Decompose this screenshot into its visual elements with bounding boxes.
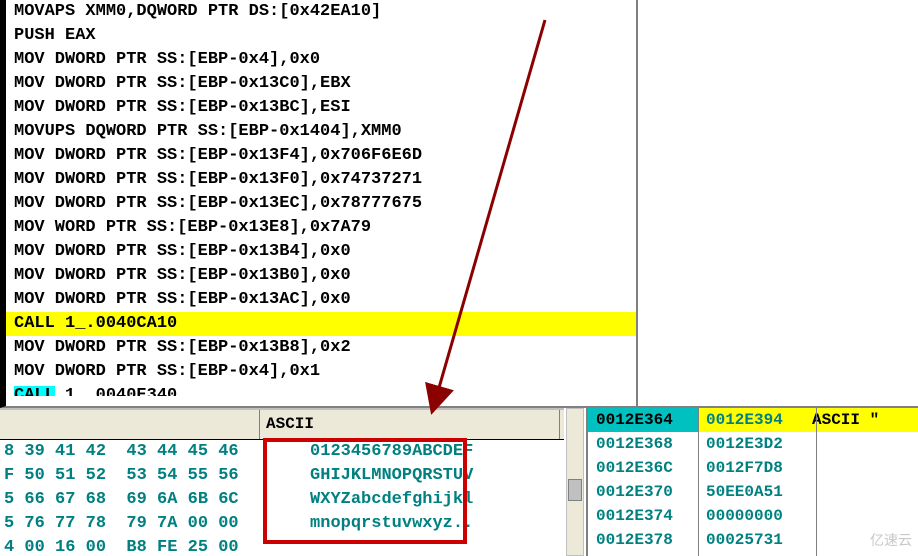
asm-line[interactable]: CALL 1_.0040CA10 — [6, 312, 636, 336]
stack-comment — [808, 456, 918, 480]
stack-address: 0012E374 — [588, 504, 698, 528]
watermark: 亿速云 — [870, 530, 912, 550]
column-divider — [816, 408, 817, 556]
stack-row[interactable]: 0012E37400000000 — [588, 504, 918, 528]
stack-address: 0012E368 — [588, 432, 698, 456]
stack-scrollbar[interactable] — [566, 408, 584, 556]
disassembly-pane[interactable]: MOVAPS XMM0,DQWORD PTR DS:[0x42EA10]PUSH… — [0, 0, 636, 408]
stack-comment — [808, 480, 918, 504]
stack-row[interactable]: 0012E37050EE0A51 — [588, 480, 918, 504]
stack-value: 50EE0A51 — [698, 480, 808, 504]
stack-address: 0012E370 — [588, 480, 698, 504]
asm-line[interactable]: MOVUPS DQWORD PTR SS:[EBP-0x1404],XMM0 — [6, 120, 636, 144]
stack-address: 0012E378 — [588, 528, 698, 552]
scroll-thumb[interactable] — [568, 479, 582, 501]
asm-line[interactable]: MOV DWORD PTR SS:[EBP-0x4],0x0 — [6, 48, 636, 72]
asm-line[interactable]: MOV DWORD PTR SS:[EBP-0x13C0],EBX — [6, 72, 636, 96]
hex-row[interactable]: F 50 51 52 53 54 55 56 GHIJKLMNOPQRSTUV — [4, 464, 564, 488]
asm-line[interactable]: PUSH EAX — [6, 24, 636, 48]
stack-value: 00000000 — [698, 504, 808, 528]
stack-value: 00025731 — [698, 528, 808, 552]
hex-row[interactable]: 8 39 41 42 43 44 45 46 0123456789ABCDEF — [4, 440, 564, 464]
hex-row[interactable]: 5 76 77 78 79 7A 00 00 mnopqrstuvwxyz.. — [4, 512, 564, 536]
asm-line[interactable]: MOV DWORD PTR SS:[EBP-0x13BC],ESI — [6, 96, 636, 120]
hexdump-header: ASCII — [0, 410, 564, 440]
stack-comment — [808, 432, 918, 456]
stack-row[interactable]: 0012E37800025731 — [588, 528, 918, 552]
stack-address: 0012E364 — [588, 408, 698, 432]
asm-line[interactable]: CALL 1_.0040E340 — [6, 384, 636, 396]
asm-line[interactable]: MOVAPS XMM0,DQWORD PTR DS:[0x42EA10] — [6, 0, 636, 24]
stack-row[interactable]: 0012E3680012E3D2 — [588, 432, 918, 456]
stack-value: 0012E3D2 — [698, 432, 808, 456]
registers-pane[interactable] — [636, 0, 918, 408]
hex-row[interactable]: 5 66 67 68 69 6A 6B 6C WXYZabcdefghijkl — [4, 488, 564, 512]
stack-value: 0012F7D8 — [698, 456, 808, 480]
asm-line[interactable]: MOV DWORD PTR SS:[EBP-0x13F0],0x74737271 — [6, 168, 636, 192]
hexdump-header-hex — [0, 410, 260, 439]
stack-address: 0012E36C — [588, 456, 698, 480]
asm-mnemonic: CALL — [14, 386, 55, 396]
asm-line[interactable]: MOV DWORD PTR SS:[EBP-0x13AC],0x0 — [6, 288, 636, 312]
stack-row[interactable]: 0012E3640012E394ASCII " — [588, 408, 918, 432]
asm-line[interactable]: MOV DWORD PTR SS:[EBP-0x13F4],0x706F6E6D — [6, 144, 636, 168]
hexdump-pane[interactable]: ASCII 8 39 41 42 43 44 45 46 0123456789A… — [0, 408, 564, 556]
stack-value: 0012E394 — [698, 408, 808, 432]
column-divider — [698, 408, 699, 556]
asm-line[interactable]: MOV WORD PTR SS:[EBP-0x13E8],0x7A79 — [6, 216, 636, 240]
asm-line[interactable]: MOV DWORD PTR SS:[EBP-0x4],0x1 — [6, 360, 636, 384]
stack-comment: ASCII " — [808, 408, 918, 432]
hexdump-header-ascii: ASCII — [260, 410, 560, 439]
asm-line[interactable]: MOV DWORD PTR SS:[EBP-0x13B0],0x0 — [6, 264, 636, 288]
asm-line[interactable]: MOV DWORD PTR SS:[EBP-0x13EC],0x78777675 — [6, 192, 636, 216]
stack-row[interactable]: 0012E36C0012F7D8 — [588, 456, 918, 480]
asm-line[interactable]: MOV DWORD PTR SS:[EBP-0x13B8],0x2 — [6, 336, 636, 360]
hex-row[interactable]: 4 00 16 00 B8 FE 25 00 — [4, 536, 564, 556]
stack-pane[interactable]: 0012E3640012E394ASCII "0012E3680012E3D20… — [586, 408, 918, 556]
stack-comment — [808, 504, 918, 528]
asm-line[interactable]: MOV DWORD PTR SS:[EBP-0x13B4],0x0 — [6, 240, 636, 264]
asm-mnemonic: CALL — [14, 314, 55, 333]
